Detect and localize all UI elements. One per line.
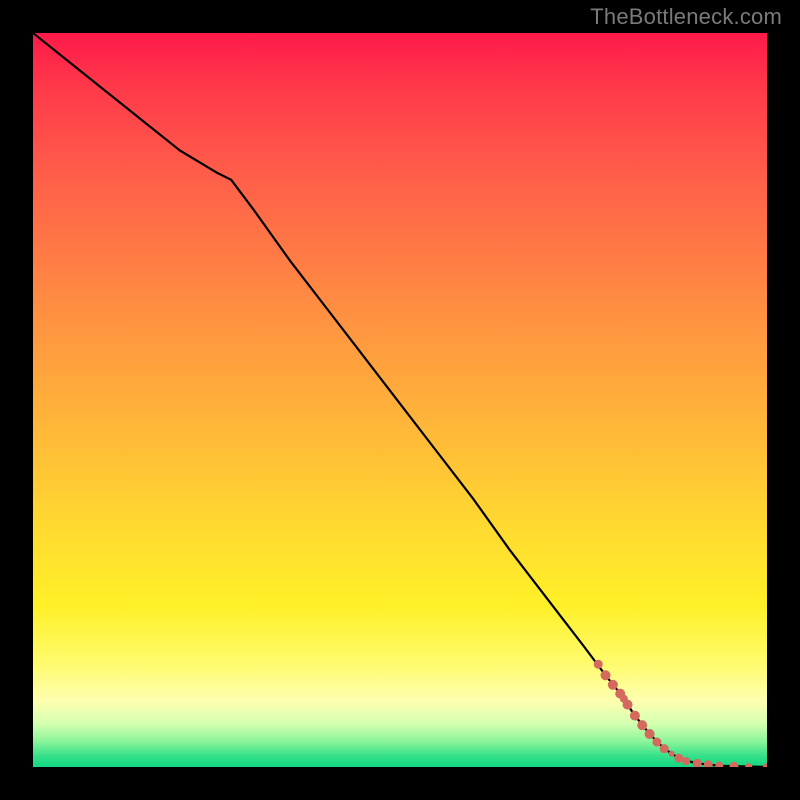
marker-point xyxy=(660,744,669,753)
marker-point xyxy=(623,700,633,710)
marker-point xyxy=(652,738,661,747)
marker-group xyxy=(594,660,767,767)
chart-overlay xyxy=(33,33,767,767)
watermark-text: TheBottleneck.com xyxy=(590,4,782,30)
marker-point xyxy=(745,763,752,767)
marker-point xyxy=(637,720,647,730)
marker-point xyxy=(674,754,683,763)
marker-point xyxy=(601,670,611,680)
marker-point xyxy=(645,729,655,739)
marker-point xyxy=(594,660,603,669)
chart-frame: TheBottleneck.com xyxy=(0,0,800,800)
marker-point xyxy=(682,757,690,765)
marker-point xyxy=(715,762,723,767)
bottleneck-curve xyxy=(33,33,767,767)
marker-point xyxy=(608,680,618,690)
marker-point xyxy=(693,759,702,767)
marker-point xyxy=(729,762,738,767)
plot-area xyxy=(33,33,767,767)
marker-point xyxy=(763,763,767,767)
marker-point xyxy=(669,751,675,757)
marker-point xyxy=(630,711,640,721)
marker-point xyxy=(704,760,713,767)
